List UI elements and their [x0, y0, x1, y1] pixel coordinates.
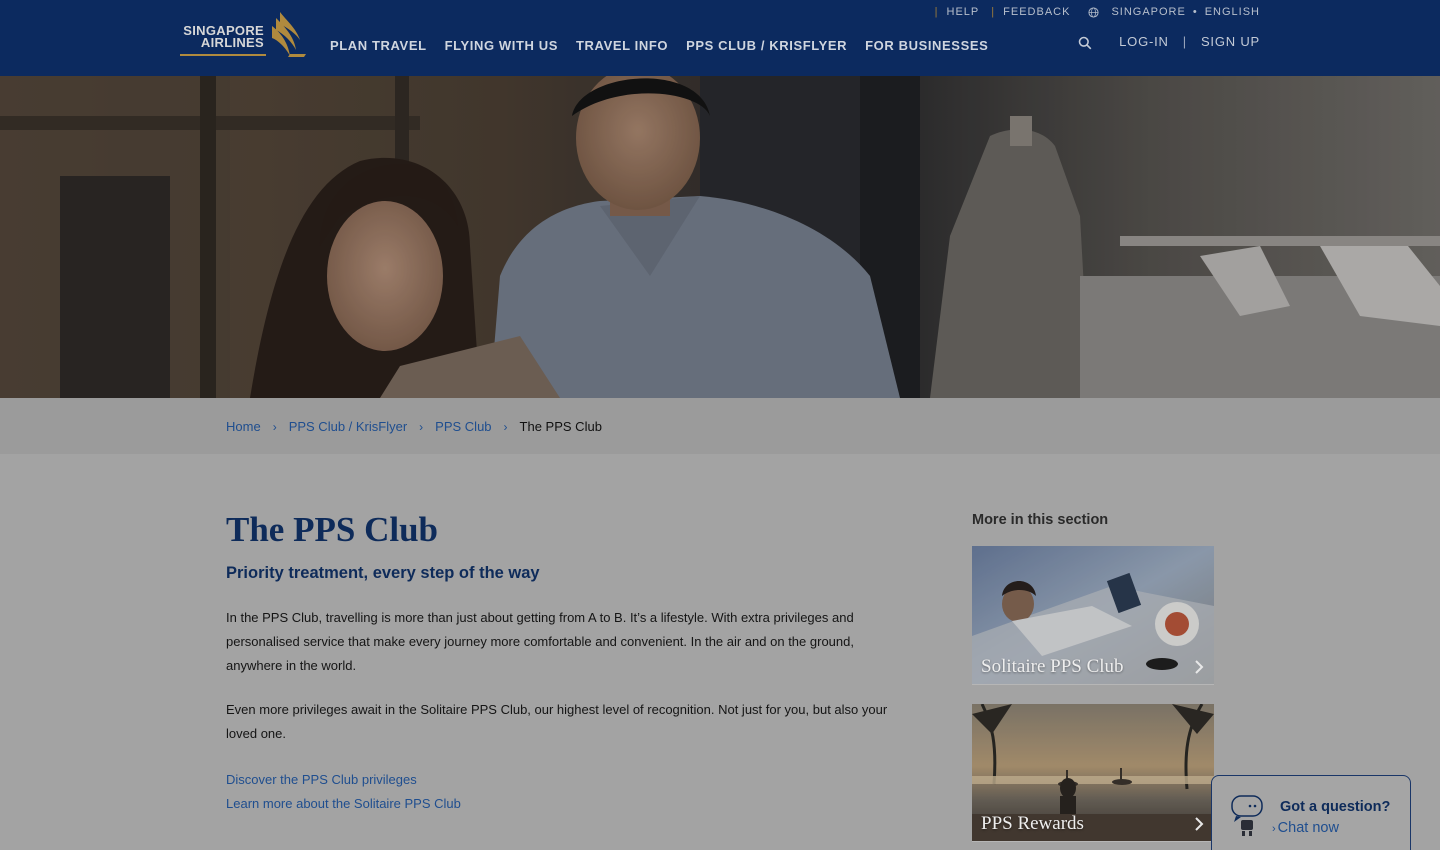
singapore-airlines-logo[interactable]: SINGAPORE AIRLINES — [178, 10, 306, 60]
discover-privileges-link[interactable]: Discover the PPS Club privileges — [226, 772, 417, 787]
sidebar-title: More in this section — [972, 512, 1109, 528]
chevron-right-icon: › — [419, 419, 424, 434]
search-icon[interactable] — [1078, 36, 1092, 50]
account-links: LOG-IN | SIGN UP — [1119, 34, 1260, 49]
country-selector[interactable]: SINGAPORE — [1111, 6, 1185, 18]
intro-paragraph: In the PPS Club, travelling is more than… — [226, 610, 854, 673]
main-navigation: PLAN TRAVEL FLYING WITH US TRAVEL INFO P… — [330, 38, 1006, 53]
logo-underline — [180, 54, 266, 56]
sidebar-card-solitaire-pps-club[interactable]: Solitaire PPS Club — [972, 546, 1214, 685]
solitaire-paragraph: Even more privileges await in the Solita… — [226, 702, 888, 741]
page-subtitle: Priority treatment, every step of the wa… — [226, 564, 540, 582]
nav-pps-club-krisflyer[interactable]: PPS CLUB / KRISFLYER — [686, 38, 847, 53]
chevron-right-icon — [1195, 817, 1204, 831]
nav-for-businesses[interactable]: FOR BUSINESSES — [865, 38, 988, 53]
feedback-link[interactable]: FEEDBACK — [1003, 6, 1070, 18]
login-link[interactable]: LOG-IN — [1119, 34, 1169, 49]
nav-travel-info[interactable]: TRAVEL INFO — [576, 38, 668, 53]
breadcrumb-current: The PPS Club — [519, 419, 602, 434]
chevron-right-icon: › — [272, 419, 277, 434]
breadcrumb-pps-club-krisflyer[interactable]: PPS Club / KrisFlyer — [289, 419, 407, 434]
chatbot-icon — [1231, 795, 1263, 836]
kris-bird-logo-icon — [272, 12, 306, 57]
chevron-right-icon — [1195, 660, 1204, 674]
breadcrumb-home[interactable]: Home — [226, 419, 261, 434]
chevron-right-icon: › — [1272, 823, 1276, 835]
signup-link[interactable]: SIGN UP — [1201, 34, 1260, 49]
logo-wordmark: SINGAPORE AIRLINES — [183, 23, 264, 50]
site-header: SINGAPORE AIRLINES PLAN TRAVEL FLYING WI… — [0, 0, 1440, 76]
help-link[interactable]: HELP — [947, 6, 980, 18]
page-title: The PPS Club — [226, 510, 438, 549]
breadcrumb: Home › PPS Club / KrisFlyer › PPS Club ›… — [226, 419, 602, 434]
breadcrumb-bar: Home › PPS Club / KrisFlyer › PPS Club ›… — [0, 398, 1440, 454]
hero-image — [0, 76, 1440, 398]
breadcrumb-pps-club[interactable]: PPS Club — [435, 419, 491, 434]
card-label: PPS Rewards — [981, 813, 1084, 834]
utility-bar: | HELP | FEEDBACK SINGAPORE • ENGLISH — [923, 6, 1260, 18]
divider: | — [934, 6, 939, 18]
divider: | — [991, 6, 996, 18]
chat-question: Got a question? — [1280, 799, 1391, 815]
sidebar-card-pps-rewards[interactable]: PPS Rewards — [972, 704, 1214, 842]
hero-photo-couple-shopping — [0, 76, 1440, 398]
chat-now-link[interactable]: › Chat now — [1272, 820, 1339, 836]
chat-now-label: Chat now — [1277, 820, 1339, 836]
chat-widget[interactable]: Got a question? › Chat now — [1211, 775, 1411, 850]
language-selector[interactable]: ENGLISH — [1205, 6, 1260, 18]
globe-icon — [1088, 6, 1099, 18]
card-label: Solitaire PPS Club — [981, 656, 1124, 677]
solitaire-learn-more-link[interactable]: Learn more about the Solitaire PPS Club — [226, 796, 461, 811]
chevron-right-icon: › — [503, 419, 508, 434]
nav-flying-with-us[interactable]: FLYING WITH US — [445, 38, 558, 53]
nav-plan-travel[interactable]: PLAN TRAVEL — [330, 38, 427, 53]
divider: | — [1182, 34, 1187, 49]
dot-separator: • — [1192, 6, 1198, 18]
